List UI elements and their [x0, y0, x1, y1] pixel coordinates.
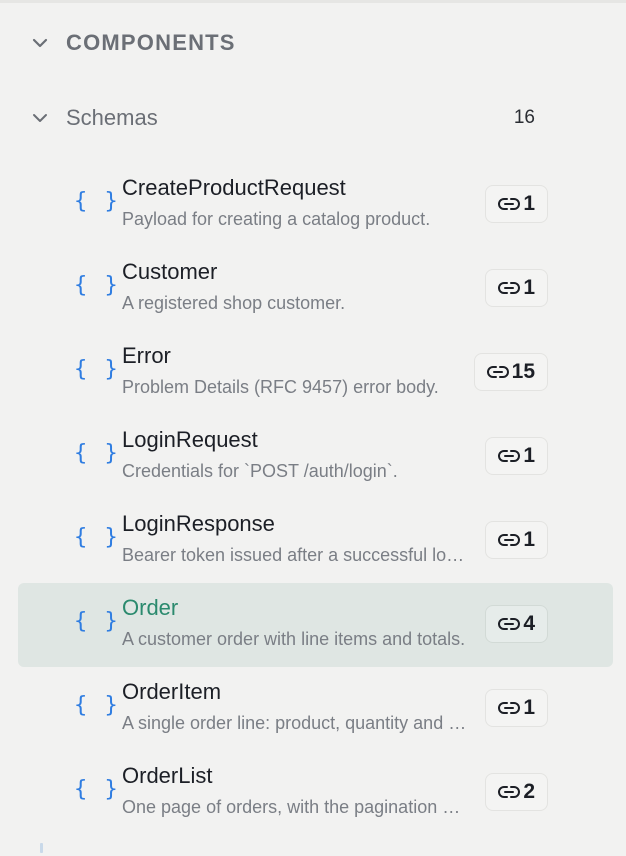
schema-description: Bearer token issued after a successful l… [122, 545, 467, 565]
schema-name: OrderList [122, 763, 213, 788]
link-icon [498, 701, 521, 715]
link-icon [498, 197, 521, 211]
schema-list: { } CreateProductRequest Payload for cre… [18, 163, 613, 835]
link-icon [498, 533, 521, 547]
schema-list-item-order[interactable]: { } Order A customer order with line ite… [18, 583, 613, 667]
ref-count: 4 [523, 612, 535, 635]
ref-count: 2 [523, 780, 535, 803]
group-count-badge: 16 [513, 107, 535, 128]
ref-count-button[interactable]: 4 [485, 605, 548, 643]
link-icon [486, 365, 509, 379]
chevron-down-icon[interactable] [30, 108, 50, 128]
group-title: Schemas [66, 105, 158, 130]
schema-description: A customer order with line items and tot… [122, 629, 466, 649]
ref-count: 15 [511, 360, 535, 383]
link-icon [498, 785, 521, 799]
ref-count-button[interactable]: 2 [485, 773, 548, 811]
schema-name: Order [122, 595, 179, 620]
ref-count: 1 [523, 444, 535, 467]
braces-icon: { } [74, 525, 120, 550]
schema-list-item-orderitem[interactable]: { } OrderItem A single order line: produ… [18, 667, 613, 751]
schema-description: One page of orders, with the pagination … [122, 797, 467, 817]
schema-name: Customer [122, 259, 218, 284]
schema-list-item-customer[interactable]: { } Customer A registered shop customer.… [18, 247, 613, 331]
ref-count: 1 [523, 276, 535, 299]
schema-list-item-createproductrequest[interactable]: { } CreateProductRequest Payload for cre… [18, 163, 613, 247]
schema-name: CreateProductRequest [122, 175, 346, 200]
link-icon [498, 281, 521, 295]
schema-name: LoginRequest [122, 427, 258, 452]
braces-icon: { } [74, 441, 120, 466]
ref-count: 1 [523, 192, 535, 215]
schema-description: Problem Details (RFC 9457) error body. [122, 377, 439, 397]
components-section-header[interactable]: COMPONENTS [30, 26, 236, 60]
ref-count-button[interactable]: 1 [485, 269, 548, 307]
braces-icon: { } [74, 189, 120, 214]
schema-list-item-orderlist[interactable]: { } OrderList One page of orders, with t… [18, 751, 613, 835]
ref-count-button[interactable]: 15 [473, 353, 548, 391]
ref-count-button[interactable]: 1 [485, 521, 548, 559]
braces-icon: { } [74, 777, 120, 802]
braces-icon: { } [74, 693, 120, 718]
ref-count: 1 [523, 528, 535, 551]
braces-icon: { } [74, 357, 120, 382]
chevron-down-icon[interactable] [30, 33, 50, 53]
ref-count-button[interactable]: 1 [485, 185, 548, 223]
braces-icon: { } [74, 609, 120, 634]
braces-icon: { } [74, 273, 120, 298]
schema-description: Credentials for `POST /auth/login`. [122, 461, 398, 481]
schema-name: LoginResponse [122, 511, 275, 536]
schemas-group-header[interactable]: Schemas 16 [30, 100, 550, 136]
schema-list-item-loginrequest[interactable]: { } LoginRequest Credentials for `POST /… [18, 415, 613, 499]
section-title: COMPONENTS [66, 30, 236, 55]
schema-name: OrderItem [122, 679, 222, 704]
schema-list-item-loginresponse[interactable]: { } LoginResponse Bearer token issued af… [18, 499, 613, 583]
ref-count: 1 [523, 696, 535, 719]
link-icon [498, 449, 521, 463]
components-panel: COMPONENTS Schemas 16 { } CreateProductR… [0, 0, 626, 856]
schema-description: A registered shop customer. [122, 293, 346, 313]
ref-count-button[interactable]: 1 [485, 437, 548, 475]
schema-list-item-error[interactable]: { } Error Problem Details (RFC 9457) err… [18, 331, 613, 415]
ref-count-button[interactable]: 1 [485, 689, 548, 727]
link-icon [498, 617, 521, 631]
schema-description: Payload for creating a catalog product. [122, 209, 431, 229]
schema-description: A single order line: product, quantity a… [122, 713, 467, 733]
scroll-indicator[interactable] [40, 843, 43, 853]
schema-name: Error [122, 343, 171, 368]
